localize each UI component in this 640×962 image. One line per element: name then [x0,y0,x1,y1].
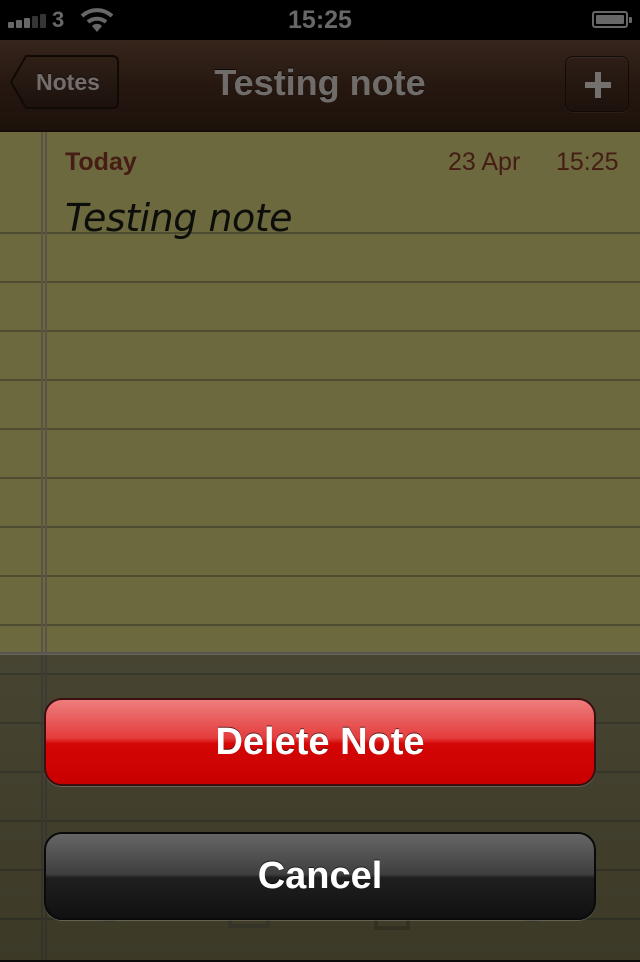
action-sheet: Delete Note Cancel [0,652,640,962]
delete-note-button[interactable]: Delete Note [44,698,596,786]
cancel-button[interactable]: Cancel [44,832,596,920]
